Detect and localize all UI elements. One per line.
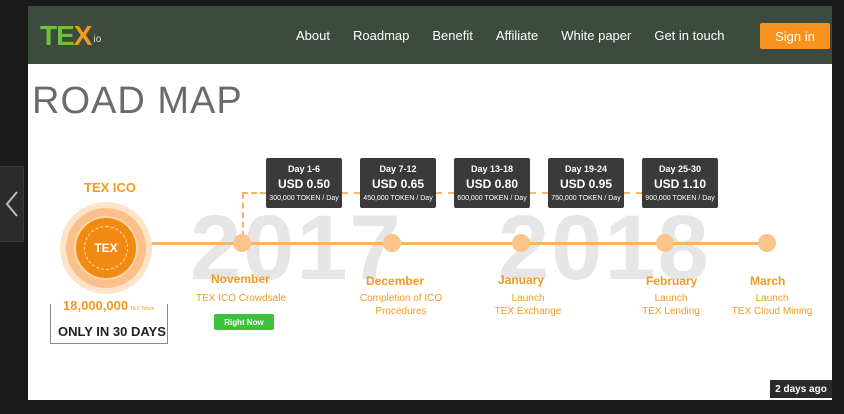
timeline-node-november [233,234,251,252]
ico-title: TEX ICO [84,180,137,195]
post-timestamp: 2 days ago [770,380,832,398]
price-days: Day 1-6 [287,164,321,174]
chevron-left-icon [5,191,18,217]
tex-logo[interactable]: TEX io [40,20,101,52]
ico-badge: TEX [74,216,138,280]
nav-link-roadmap[interactable]: Roadmap [353,28,409,43]
price-days: Day 7-12 [379,164,417,174]
roadmap-image: TEX io About Roadmap Benefit Affiliate W… [28,6,832,400]
price-tokens: 750,000 TOKEN / Day [551,195,621,202]
price-box: Day 19-24 USD 0.95 750,000 TOKEN / Day [548,158,624,208]
milestone-text: TEX Cloud Mining [731,306,813,317]
ico-duration: ONLY IN 30 DAYS [58,324,166,339]
price-tokens: 450,000 TOKEN / Day [363,195,433,202]
logo-text: TEX [40,20,92,51]
ico-badge-label: TEX [84,226,128,270]
timeline-node-march [758,234,776,252]
price-value: USD 0.80 [465,177,519,191]
timeline-connector [624,192,642,194]
price-days: Day 25-30 [658,164,702,174]
price-days: Day 19-24 [564,164,608,174]
milestone-month: November [211,272,270,286]
nav-link-affiliate[interactable]: Affiliate [496,28,538,43]
site-navbar: TEX io About Roadmap Benefit Affiliate W… [28,6,832,64]
token-supply-amount: 18,000,000 [63,298,129,313]
milestone-text: Launch [755,293,789,304]
price-tokens: 600,000 TOKEN / Day [457,195,527,202]
price-tokens: 900,000 TOKEN / Day [645,195,715,202]
timeline-connector [530,192,548,194]
price-value: USD 0.50 [277,177,331,191]
milestone-text: Launch [654,293,688,304]
previous-image-button[interactable] [0,166,24,242]
timeline-node-january [512,234,530,252]
price-box: Day 7-12 USD 0.65 450,000 TOKEN / Day [360,158,436,208]
milestone-text: Completion of ICO [359,293,443,304]
timeline-node-february [656,234,674,252]
milestone-month: February [646,274,698,288]
nav-links: About Roadmap Benefit Affiliate White pa… [296,6,747,64]
timeline-connector [242,192,266,194]
token-supply: 18,000,000 TEX Token [60,298,158,313]
milestone-text: Launch [511,293,545,304]
token-supply-unit: TEX Token [130,306,155,312]
milestone-month: January [498,273,545,287]
timeline-connector [242,193,244,237]
milestone-text: TEX ICO Crowdsale [196,293,287,304]
price-tokens: 300,000 TOKEN / Day [269,195,339,202]
milestone-text: TEX Exchange [494,306,562,317]
timeline-connector [436,192,454,194]
price-value: USD 0.95 [559,177,613,191]
page-title: ROAD MAP [32,80,243,122]
timeline-node-december [383,234,401,252]
price-value: USD 1.10 [653,177,707,191]
logo-suffix: io [93,34,102,45]
nav-link-white-paper[interactable]: White paper [561,28,631,43]
price-box: Day 13-18 USD 0.80 600,000 TOKEN / Day [454,158,530,208]
right-now-button[interactable]: Right Now [214,314,274,330]
price-box: Day 25-30 USD 1.10 900,000 TOKEN / Day [642,158,718,208]
timeline-connector [342,192,360,194]
price-box: Day 1-6 USD 0.50 300,000 TOKEN / Day [266,158,342,208]
milestone-text: TEX Lending [642,306,700,317]
nav-link-benefit[interactable]: Benefit [432,28,472,43]
nav-link-get-in-touch[interactable]: Get in touch [654,28,724,43]
milestone-month: December [366,274,425,288]
image-viewer-frame: TEX io About Roadmap Benefit Affiliate W… [0,0,844,414]
milestone-month: March [750,274,786,288]
price-value: USD 0.65 [371,177,425,191]
price-days: Day 13-18 [470,164,514,174]
milestone-text: Procedures [375,306,427,317]
nav-link-about[interactable]: About [296,28,330,43]
sign-in-button[interactable]: Sign in [760,23,830,49]
